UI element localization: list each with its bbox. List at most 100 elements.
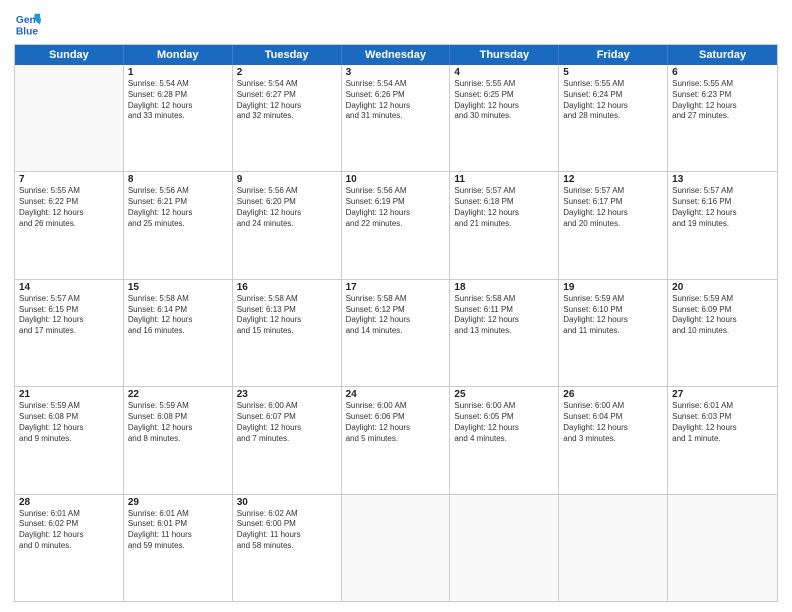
calendar-cell-r1c3: 10Sunrise: 5:56 AM Sunset: 6:19 PM Dayli…: [342, 172, 451, 278]
day-number-26: 26: [563, 389, 663, 400]
day-info-30: Sunrise: 6:02 AM Sunset: 6:00 PM Dayligh…: [237, 509, 337, 552]
calendar-cell-r2c3: 17Sunrise: 5:58 AM Sunset: 6:12 PM Dayli…: [342, 280, 451, 386]
calendar-row-0: 1Sunrise: 5:54 AM Sunset: 6:28 PM Daylig…: [15, 65, 777, 172]
header-day-tuesday: Tuesday: [233, 45, 342, 65]
day-number-19: 19: [563, 282, 663, 293]
day-number-29: 29: [128, 497, 228, 508]
day-number-12: 12: [563, 174, 663, 185]
calendar-cell-r3c4: 25Sunrise: 6:00 AM Sunset: 6:05 PM Dayli…: [450, 387, 559, 493]
calendar-cell-r0c0: [15, 65, 124, 171]
day-info-14: Sunrise: 5:57 AM Sunset: 6:15 PM Dayligh…: [19, 294, 119, 337]
day-info-1: Sunrise: 5:54 AM Sunset: 6:28 PM Dayligh…: [128, 79, 228, 122]
day-info-4: Sunrise: 5:55 AM Sunset: 6:25 PM Dayligh…: [454, 79, 554, 122]
day-info-20: Sunrise: 5:59 AM Sunset: 6:09 PM Dayligh…: [672, 294, 773, 337]
calendar-header: SundayMondayTuesdayWednesdayThursdayFrid…: [15, 45, 777, 65]
header-day-monday: Monday: [124, 45, 233, 65]
day-number-28: 28: [19, 497, 119, 508]
calendar-cell-r0c4: 4Sunrise: 5:55 AM Sunset: 6:25 PM Daylig…: [450, 65, 559, 171]
day-info-24: Sunrise: 6:00 AM Sunset: 6:06 PM Dayligh…: [346, 401, 446, 444]
calendar-cell-r3c3: 24Sunrise: 6:00 AM Sunset: 6:06 PM Dayli…: [342, 387, 451, 493]
calendar-cell-r3c2: 23Sunrise: 6:00 AM Sunset: 6:07 PM Dayli…: [233, 387, 342, 493]
calendar-cell-r1c5: 12Sunrise: 5:57 AM Sunset: 6:17 PM Dayli…: [559, 172, 668, 278]
day-info-16: Sunrise: 5:58 AM Sunset: 6:13 PM Dayligh…: [237, 294, 337, 337]
day-info-11: Sunrise: 5:57 AM Sunset: 6:18 PM Dayligh…: [454, 186, 554, 229]
day-number-27: 27: [672, 389, 773, 400]
calendar-cell-r3c1: 22Sunrise: 5:59 AM Sunset: 6:08 PM Dayli…: [124, 387, 233, 493]
calendar-cell-r3c0: 21Sunrise: 5:59 AM Sunset: 6:08 PM Dayli…: [15, 387, 124, 493]
day-info-7: Sunrise: 5:55 AM Sunset: 6:22 PM Dayligh…: [19, 186, 119, 229]
calendar-cell-r2c5: 19Sunrise: 5:59 AM Sunset: 6:10 PM Dayli…: [559, 280, 668, 386]
calendar-cell-r2c0: 14Sunrise: 5:57 AM Sunset: 6:15 PM Dayli…: [15, 280, 124, 386]
calendar-row-4: 28Sunrise: 6:01 AM Sunset: 6:02 PM Dayli…: [15, 495, 777, 601]
calendar-cell-r4c3: [342, 495, 451, 601]
header: General Blue: [14, 10, 778, 38]
calendar-cell-r0c2: 2Sunrise: 5:54 AM Sunset: 6:27 PM Daylig…: [233, 65, 342, 171]
day-number-15: 15: [128, 282, 228, 293]
calendar-cell-r4c2: 30Sunrise: 6:02 AM Sunset: 6:00 PM Dayli…: [233, 495, 342, 601]
day-number-18: 18: [454, 282, 554, 293]
calendar-cell-r1c6: 13Sunrise: 5:57 AM Sunset: 6:16 PM Dayli…: [668, 172, 777, 278]
calendar-cell-r2c6: 20Sunrise: 5:59 AM Sunset: 6:09 PM Dayli…: [668, 280, 777, 386]
day-info-18: Sunrise: 5:58 AM Sunset: 6:11 PM Dayligh…: [454, 294, 554, 337]
calendar-cell-r3c5: 26Sunrise: 6:00 AM Sunset: 6:04 PM Dayli…: [559, 387, 668, 493]
calendar-cell-r0c3: 3Sunrise: 5:54 AM Sunset: 6:26 PM Daylig…: [342, 65, 451, 171]
day-info-9: Sunrise: 5:56 AM Sunset: 6:20 PM Dayligh…: [237, 186, 337, 229]
logo: General Blue: [14, 10, 46, 38]
day-info-2: Sunrise: 5:54 AM Sunset: 6:27 PM Dayligh…: [237, 79, 337, 122]
svg-text:Blue: Blue: [16, 26, 39, 37]
day-info-21: Sunrise: 5:59 AM Sunset: 6:08 PM Dayligh…: [19, 401, 119, 444]
day-info-22: Sunrise: 5:59 AM Sunset: 6:08 PM Dayligh…: [128, 401, 228, 444]
header-day-friday: Friday: [559, 45, 668, 65]
calendar-cell-r4c0: 28Sunrise: 6:01 AM Sunset: 6:02 PM Dayli…: [15, 495, 124, 601]
calendar-cell-r0c6: 6Sunrise: 5:55 AM Sunset: 6:23 PM Daylig…: [668, 65, 777, 171]
calendar: SundayMondayTuesdayWednesdayThursdayFrid…: [14, 44, 778, 602]
day-number-17: 17: [346, 282, 446, 293]
day-number-14: 14: [19, 282, 119, 293]
calendar-cell-r1c1: 8Sunrise: 5:56 AM Sunset: 6:21 PM Daylig…: [124, 172, 233, 278]
day-number-25: 25: [454, 389, 554, 400]
day-number-24: 24: [346, 389, 446, 400]
day-info-5: Sunrise: 5:55 AM Sunset: 6:24 PM Dayligh…: [563, 79, 663, 122]
calendar-cell-r1c0: 7Sunrise: 5:55 AM Sunset: 6:22 PM Daylig…: [15, 172, 124, 278]
day-info-27: Sunrise: 6:01 AM Sunset: 6:03 PM Dayligh…: [672, 401, 773, 444]
day-info-3: Sunrise: 5:54 AM Sunset: 6:26 PM Dayligh…: [346, 79, 446, 122]
header-day-thursday: Thursday: [450, 45, 559, 65]
day-number-9: 9: [237, 174, 337, 185]
calendar-cell-r2c4: 18Sunrise: 5:58 AM Sunset: 6:11 PM Dayli…: [450, 280, 559, 386]
calendar-cell-r4c5: [559, 495, 668, 601]
day-number-4: 4: [454, 67, 554, 78]
day-number-5: 5: [563, 67, 663, 78]
calendar-cell-r2c2: 16Sunrise: 5:58 AM Sunset: 6:13 PM Dayli…: [233, 280, 342, 386]
day-info-23: Sunrise: 6:00 AM Sunset: 6:07 PM Dayligh…: [237, 401, 337, 444]
calendar-cell-r4c4: [450, 495, 559, 601]
calendar-cell-r2c1: 15Sunrise: 5:58 AM Sunset: 6:14 PM Dayli…: [124, 280, 233, 386]
day-info-10: Sunrise: 5:56 AM Sunset: 6:19 PM Dayligh…: [346, 186, 446, 229]
day-number-20: 20: [672, 282, 773, 293]
day-number-11: 11: [454, 174, 554, 185]
calendar-cell-r4c1: 29Sunrise: 6:01 AM Sunset: 6:01 PM Dayli…: [124, 495, 233, 601]
day-number-3: 3: [346, 67, 446, 78]
calendar-body: 1Sunrise: 5:54 AM Sunset: 6:28 PM Daylig…: [15, 65, 777, 601]
day-info-6: Sunrise: 5:55 AM Sunset: 6:23 PM Dayligh…: [672, 79, 773, 122]
header-day-wednesday: Wednesday: [342, 45, 451, 65]
day-info-12: Sunrise: 5:57 AM Sunset: 6:17 PM Dayligh…: [563, 186, 663, 229]
calendar-row-3: 21Sunrise: 5:59 AM Sunset: 6:08 PM Dayli…: [15, 387, 777, 494]
day-number-23: 23: [237, 389, 337, 400]
day-number-22: 22: [128, 389, 228, 400]
day-number-7: 7: [19, 174, 119, 185]
day-number-8: 8: [128, 174, 228, 185]
day-info-17: Sunrise: 5:58 AM Sunset: 6:12 PM Dayligh…: [346, 294, 446, 337]
day-number-6: 6: [672, 67, 773, 78]
day-number-13: 13: [672, 174, 773, 185]
day-info-15: Sunrise: 5:58 AM Sunset: 6:14 PM Dayligh…: [128, 294, 228, 337]
day-info-19: Sunrise: 5:59 AM Sunset: 6:10 PM Dayligh…: [563, 294, 663, 337]
calendar-cell-r1c4: 11Sunrise: 5:57 AM Sunset: 6:18 PM Dayli…: [450, 172, 559, 278]
header-day-sunday: Sunday: [15, 45, 124, 65]
day-number-21: 21: [19, 389, 119, 400]
calendar-cell-r0c5: 5Sunrise: 5:55 AM Sunset: 6:24 PM Daylig…: [559, 65, 668, 171]
day-number-30: 30: [237, 497, 337, 508]
calendar-cell-r1c2: 9Sunrise: 5:56 AM Sunset: 6:20 PM Daylig…: [233, 172, 342, 278]
calendar-row-1: 7Sunrise: 5:55 AM Sunset: 6:22 PM Daylig…: [15, 172, 777, 279]
day-info-29: Sunrise: 6:01 AM Sunset: 6:01 PM Dayligh…: [128, 509, 228, 552]
logo-icon: General Blue: [14, 10, 42, 38]
